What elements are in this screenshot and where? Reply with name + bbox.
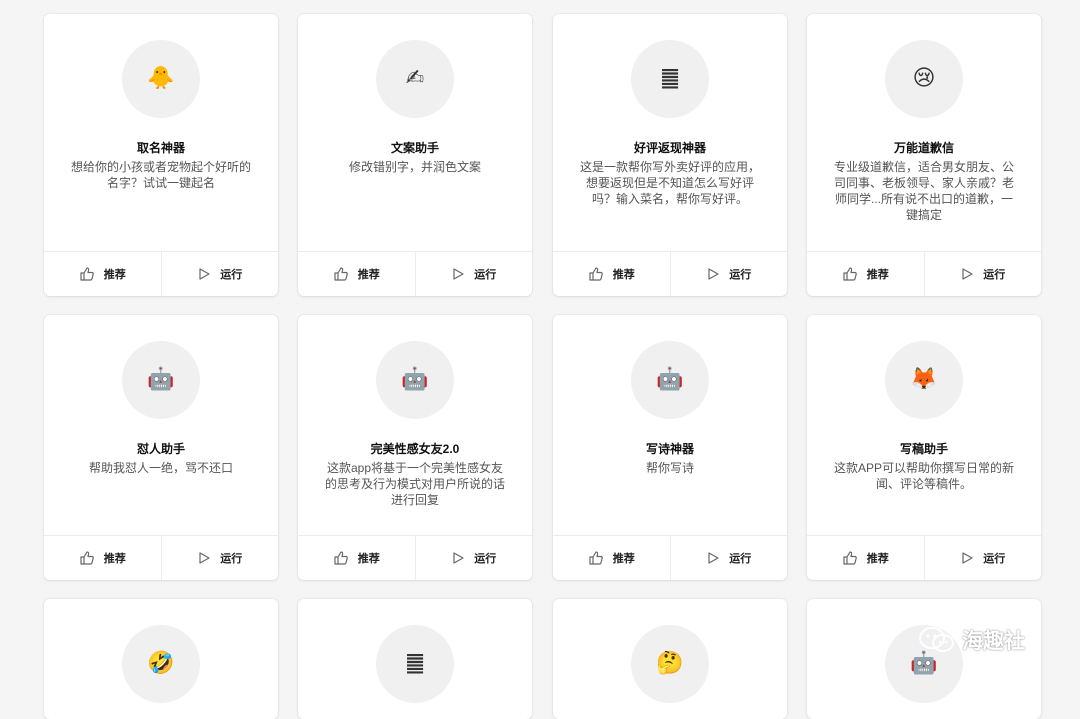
thumbs-up-icon [843, 267, 857, 281]
run-button[interactable]: 运行 [669, 252, 788, 296]
thumbs-up-icon [589, 551, 603, 565]
app-card[interactable]: 😢 万能道歉信专业级道歉信，适合男女朋友、公司同事、老板领导、家人亲戚？老师同学.… [807, 14, 1041, 296]
robot-icon: 🤖 [122, 341, 200, 419]
wechat-icon [919, 627, 954, 652]
thumbs-up-icon [80, 267, 94, 281]
card-title: 完美性感女友2.0 [370, 442, 460, 456]
app-card[interactable]: ䷀ [298, 599, 532, 719]
play-icon [453, 552, 464, 564]
app-card[interactable]: 🐥 取名神器想给你的小孩或者宠物起个好听的名字？试试一键起名推荐 运行 [44, 14, 278, 296]
card-title: 好评返现神器 [633, 141, 706, 155]
card-actions: 推荐 运行 [807, 535, 1041, 580]
chick-icon: 🐥 [122, 40, 200, 118]
recommend-button[interactable]: 推荐 [553, 252, 670, 296]
thumbs-up-icon [80, 551, 94, 565]
card-description: 这是一款帮你写外卖好评的应用，想要返现但是不知道怎么写好评吗？输入菜名，帮你写好… [579, 160, 760, 206]
play-icon [708, 268, 719, 280]
run-label: 运行 [220, 269, 243, 281]
recommend-label: 推荐 [357, 269, 380, 281]
stacked-lines-icon: ䷀ [376, 625, 454, 703]
recommend-button[interactable]: 推荐 [298, 252, 415, 296]
app-card[interactable]: 🤖 怼人助手帮助我怼人一绝，骂不还口推荐 运行 [44, 315, 278, 580]
app-card[interactable]: 🦊 写稿助手这款APP可以帮助你撰写日常的新闻、评论等稿件。推荐 运行 [807, 315, 1041, 580]
recommend-button[interactable]: 推荐 [44, 252, 161, 296]
card-title: 文案助手 [390, 141, 439, 155]
card-description: 这款APP可以帮助你撰写日常的新闻、评论等稿件。 [833, 461, 1014, 491]
recommend-label: 推荐 [866, 553, 889, 565]
play-icon [453, 268, 464, 280]
card-title: 万能道歉信 [893, 141, 954, 155]
run-button[interactable]: 运行 [669, 536, 788, 580]
run-button[interactable]: 运行 [414, 536, 533, 580]
card-description: 专业级道歉信，适合男女朋友、公司同事、老板领导、家人亲戚？老师同学...所有说不… [833, 160, 1014, 222]
app-card[interactable]: 🤣 [44, 599, 278, 719]
run-label: 运行 [983, 269, 1006, 281]
card-title: 取名神器 [136, 141, 185, 155]
recommend-button[interactable]: 推荐 [298, 536, 415, 580]
run-label: 运行 [729, 553, 752, 565]
card-actions: 推荐 运行 [44, 535, 278, 580]
play-icon [199, 268, 210, 280]
recommend-button[interactable]: 推荐 [553, 536, 670, 580]
card-description: 想给你的小孩或者宠物起个好听的名字？试试一键起名 [70, 160, 251, 190]
card-actions: 推荐 运行 [553, 535, 787, 580]
robot-icon: 🤖 [631, 341, 709, 419]
thumbs-up-icon [334, 267, 348, 281]
robot-icon: 🤖 [376, 341, 454, 419]
run-label: 运行 [474, 269, 497, 281]
watermark-text: 海趣社 [962, 630, 1025, 653]
card-description: 这款app将基于一个完美性感女友的思考及行为模式对用户所说的话进行回复 [324, 461, 505, 507]
run-label: 运行 [474, 553, 497, 565]
run-label: 运行 [983, 553, 1006, 565]
card-actions: 推荐 运行 [298, 251, 532, 296]
app-card[interactable]: 🤖 写诗神器帮你写诗推荐 运行 [553, 315, 787, 580]
app-card[interactable]: ䷀好评返现神器这是一款帮你写外卖好评的应用，想要返现但是不知道怎么写好评吗？输入… [553, 14, 787, 296]
card-description: 帮助我怼人一绝，骂不还口 [88, 461, 233, 475]
run-label: 运行 [729, 269, 752, 281]
crying-face-icon: 😢 [885, 40, 963, 118]
watermark: 海趣社 [918, 625, 1025, 655]
card-title: 写诗神器 [645, 442, 694, 456]
recommend-label: 推荐 [612, 553, 635, 565]
run-button[interactable]: 运行 [414, 252, 533, 296]
card-actions: 推荐 运行 [44, 251, 278, 296]
play-icon [962, 552, 973, 564]
play-icon [199, 552, 210, 564]
thumbs-up-icon [589, 267, 603, 281]
app-card[interactable]: 🤖 [807, 599, 1041, 719]
card-actions: 推荐 运行 [553, 251, 787, 296]
run-button[interactable]: 运行 [160, 536, 279, 580]
run-button[interactable]: 运行 [160, 252, 279, 296]
recommend-label: 推荐 [103, 553, 126, 565]
thumbs-up-icon [843, 551, 857, 565]
recommend-button[interactable]: 推荐 [807, 252, 924, 296]
recommend-button[interactable]: 推荐 [807, 536, 924, 580]
app-card[interactable]: 🤖 完美性感女友2.0 这款app将基于一个完美性感女友的思考及行为模式对用户所说的… [298, 315, 532, 580]
recommend-label: 推荐 [357, 553, 380, 565]
recommend-button[interactable]: 推荐 [44, 536, 161, 580]
run-label: 运行 [220, 553, 243, 565]
play-icon [962, 268, 973, 280]
recommend-label: 推荐 [866, 269, 889, 281]
app-card[interactable]: 🤔 [553, 599, 787, 719]
app-card[interactable]: ✍ 文案助手修改错别字，并润色文案推荐 运行 [298, 14, 532, 296]
recommend-label: 推荐 [612, 269, 635, 281]
card-actions: 推荐 运行 [807, 251, 1041, 296]
card-title: 怼人助手 [136, 442, 185, 456]
writing-hand-icon: ✍ [376, 40, 454, 118]
card-description: 帮你写诗 [645, 461, 694, 475]
rolling-laughing-icon: 🤣 [122, 625, 200, 703]
recommend-label: 推荐 [103, 269, 126, 281]
thumbs-up-icon [334, 551, 348, 565]
card-title: 写稿助手 [899, 442, 948, 456]
card-actions: 推荐 运行 [298, 535, 532, 580]
card-description: 修改错别字，并润色文案 [348, 160, 481, 174]
run-button[interactable]: 运行 [923, 536, 1042, 580]
fox-icon: 🦊 [885, 341, 963, 419]
play-icon [708, 552, 719, 564]
run-button[interactable]: 运行 [923, 252, 1042, 296]
stacked-lines-icon: ䷀ [631, 40, 709, 118]
thinking-face-icon: 🤔 [631, 625, 709, 703]
